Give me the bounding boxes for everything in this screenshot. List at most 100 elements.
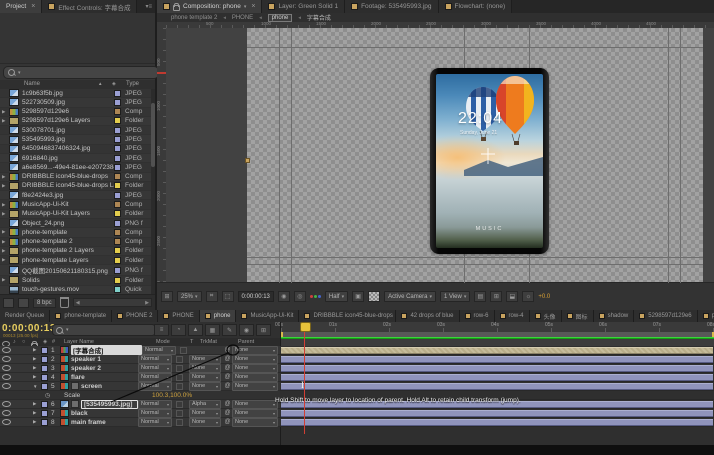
layer-name[interactable]: screen xyxy=(81,383,138,390)
frame-blend-icon[interactable]: ▦ xyxy=(205,324,220,336)
project-item[interactable]: Object_24.pngPNG f xyxy=(0,219,151,228)
timeline-tab[interactable]: row-6 xyxy=(460,310,495,322)
timeline-tab[interactable]: MusicApp-Ui-Kit xyxy=(236,310,299,322)
layer-name[interactable]: speaker 2 xyxy=(71,365,138,372)
tab-project[interactable]: Project × xyxy=(0,0,42,13)
layer-duration-bar[interactable] xyxy=(281,365,713,372)
label-swatch[interactable] xyxy=(41,347,48,354)
project-search-input[interactable]: ▾ xyxy=(3,66,159,79)
pick-whip-icon[interactable]: @ xyxy=(223,347,232,353)
show-channel-icon[interactable] xyxy=(310,295,321,298)
timeline-tab[interactable]: DRIBBBLE icon45-blue-drops xyxy=(299,310,396,322)
twirl-icon[interactable]: ▶ xyxy=(33,401,41,407)
t-checkbox[interactable] xyxy=(176,374,183,381)
project-item[interactable]: ▶phone-template 2 LayersFolder xyxy=(0,247,151,256)
exposure-icon[interactable]: ☼ xyxy=(522,291,534,302)
layer-name[interactable]: [535495993.jpg] xyxy=(81,400,138,409)
t-checkbox[interactable] xyxy=(176,419,183,426)
comp-mini-flowchart-icon[interactable]: ≡ xyxy=(154,324,169,336)
trkmat-select[interactable]: None▾ xyxy=(189,418,221,427)
timeline-search-input[interactable]: ▾ xyxy=(52,324,156,336)
mode-select[interactable]: Normal▾ xyxy=(138,355,172,364)
twirl-icon[interactable]: ▶ xyxy=(33,419,41,425)
pick-whip-icon[interactable]: @ xyxy=(223,374,232,380)
trkmat-select[interactable]: None▾ xyxy=(189,373,221,382)
guide-horizontal[interactable] xyxy=(247,264,703,265)
layer-duration-bar[interactable] xyxy=(281,356,713,363)
label-swatch[interactable] xyxy=(41,401,48,408)
pick-whip-icon[interactable]: @ xyxy=(223,410,232,416)
eye-icon[interactable] xyxy=(2,365,11,371)
timeline-tab[interactable]: phone xyxy=(200,310,237,322)
column-mode[interactable]: Mode xyxy=(156,339,170,345)
twirl-icon[interactable]: ▶ xyxy=(33,374,41,380)
mode-select[interactable]: Normal▾ xyxy=(138,418,172,427)
t-checkbox[interactable] xyxy=(176,365,183,372)
close-icon[interactable]: × xyxy=(251,3,255,10)
camera-view-select[interactable]: Active Camera▾ xyxy=(384,291,436,302)
project-item[interactable]: ▶phone-template LayersFolder xyxy=(0,256,151,265)
property-value[interactable]: 100.3,100.0% xyxy=(152,392,192,399)
pick-whip-icon[interactable]: @ xyxy=(223,401,232,407)
mode-select[interactable]: Normal▾ xyxy=(142,346,176,355)
column-name[interactable]: Name xyxy=(24,81,40,87)
label-column-icon[interactable]: ◈ xyxy=(43,339,47,345)
snapshot-camera-icon[interactable]: ◉ xyxy=(278,291,290,302)
layer-name[interactable]: black xyxy=(71,410,138,417)
brainstorm-icon[interactable]: ◉ xyxy=(239,324,254,336)
eye-icon[interactable] xyxy=(2,356,11,362)
layer-row[interactable]: ▶7blackNormal▾None▾@None▾ xyxy=(0,409,714,418)
viewer-tab[interactable]: Footage: 535495993.jpg xyxy=(345,0,438,13)
layer-duration-bar[interactable] xyxy=(281,383,713,390)
project-item[interactable]: 1c9b63f5b.jpgJPEG xyxy=(0,89,151,98)
solo-column-icon[interactable]: ○ xyxy=(22,339,25,345)
grid-options-icon[interactable]: ▤ xyxy=(474,291,486,302)
twirl-icon[interactable]: ▶ xyxy=(33,356,41,362)
tab-effect-controls[interactable]: Effect Controls: 字幕合成 xyxy=(42,0,137,13)
timeline-tab[interactable]: PHONE xyxy=(158,310,199,322)
chevron-down-icon[interactable]: ▾ xyxy=(18,70,21,76)
timeline-tab[interactable]: phone-template xyxy=(50,310,112,322)
column-t[interactable]: T xyxy=(190,339,193,345)
timeline-tab[interactable]: 头像 xyxy=(530,310,562,322)
guide-horizontal[interactable] xyxy=(247,257,703,258)
column-number[interactable]: # xyxy=(52,339,55,345)
breadcrumb-item[interactable]: phone xyxy=(268,14,293,22)
project-item[interactable]: f8e2424e3.jpgJPEG xyxy=(0,191,151,200)
horizontal-scrollbar[interactable]: ◀▶ xyxy=(73,298,152,307)
show-snapshot-icon[interactable]: ◎ xyxy=(294,291,306,302)
twirl-icon[interactable]: ▼ xyxy=(33,384,41,389)
layer-duration-bar[interactable] xyxy=(281,419,713,426)
project-item[interactable]: ▶phone-templateComp xyxy=(0,228,151,237)
mode-select[interactable]: Normal▾ xyxy=(138,382,172,391)
twirl-icon[interactable]: ▶ xyxy=(33,365,41,371)
mode-select[interactable]: Normal▾ xyxy=(138,373,172,382)
t-checkbox[interactable] xyxy=(180,347,187,354)
t-checkbox[interactable] xyxy=(176,383,183,390)
timeline-tab[interactable]: Render Queue xyxy=(0,310,50,322)
layer-row[interactable]: ▶4flareNormal▾None▾@None▾ xyxy=(0,373,714,382)
parent-select[interactable]: None▾ xyxy=(232,373,278,382)
chevron-down-icon[interactable]: ▾ xyxy=(244,4,247,10)
parent-select[interactable]: None▾ xyxy=(232,418,278,427)
safe-margins-icon[interactable]: ⌗ xyxy=(206,291,218,302)
project-scrollbar[interactable] xyxy=(151,89,155,295)
timeline-tab[interactable]: PHONE 2 xyxy=(112,310,158,322)
project-item[interactable]: a6e8569...-49e4-81ee-e207238deca4.jpgJPE… xyxy=(0,163,151,172)
twirl-icon[interactable]: ▶ xyxy=(33,410,41,416)
interpret-footage-icon[interactable] xyxy=(3,298,14,308)
project-item[interactable]: ▶DRIBBBLE icon45-blue-drops LayersFolder xyxy=(0,182,151,191)
label-swatch[interactable] xyxy=(41,419,48,426)
layer-duration-bar[interactable] xyxy=(281,347,713,354)
label-column-icon[interactable]: ◈ xyxy=(112,81,116,87)
current-time-indicator-line[interactable] xyxy=(304,322,305,434)
graph-editor-icon[interactable]: ⊞ xyxy=(256,324,271,336)
trash-icon[interactable] xyxy=(60,297,69,308)
stopwatch-icon[interactable]: ◷ xyxy=(45,392,50,399)
parent-select[interactable]: None▾ xyxy=(232,400,278,409)
pixel-aspect-icon[interactable]: ⬓ xyxy=(506,291,518,302)
project-item[interactable]: ▶MusicApp-Ui-KitComp xyxy=(0,200,151,209)
parent-select[interactable]: None▾ xyxy=(232,382,278,391)
layer-duration-bar[interactable] xyxy=(281,374,713,381)
project-item[interactable]: ▶SolidsFolder xyxy=(0,276,151,285)
